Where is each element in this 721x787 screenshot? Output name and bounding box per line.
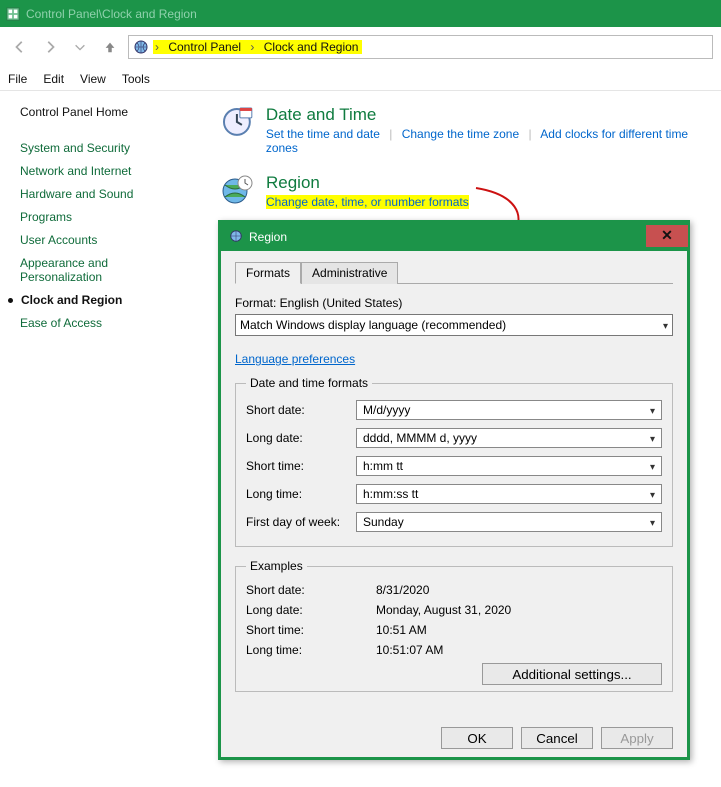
ex-short-date-label: Short date: xyxy=(246,583,376,597)
back-button[interactable] xyxy=(8,35,32,59)
sidebar: Control Panel Home System and Security N… xyxy=(20,105,190,330)
menubar: File Edit View Tools xyxy=(0,67,721,91)
tabstrip: Formats Administrative xyxy=(235,261,673,284)
menu-tools[interactable]: Tools xyxy=(122,72,150,86)
dialog-title: Region xyxy=(249,230,287,244)
short-date-value: M/d/yyyy xyxy=(363,403,410,417)
chevron-right-icon: › xyxy=(153,40,161,54)
short-time-value: h:mm tt xyxy=(363,459,403,473)
section-datetime: Date and Time Set the time and date | Ch… xyxy=(220,105,721,155)
link-change-formats[interactable]: Change date, time, or number formats xyxy=(266,195,469,209)
close-button[interactable]: ✕ xyxy=(646,225,688,247)
chevron-down-icon xyxy=(650,431,655,445)
globe-icon xyxy=(229,229,243,246)
sidebar-item[interactable]: Appearance and Personalization xyxy=(20,256,190,284)
menu-file[interactable]: File xyxy=(8,72,27,86)
breadcrumb-highlight: › Control Panel › Clock and Region xyxy=(153,40,362,54)
recent-dropdown[interactable] xyxy=(68,35,92,59)
group-legend: Date and time formats xyxy=(246,376,372,390)
sidebar-item[interactable]: Network and Internet xyxy=(20,164,190,178)
menu-view[interactable]: View xyxy=(80,72,106,86)
first-day-label: First day of week: xyxy=(246,515,356,529)
ex-long-date-label: Long date: xyxy=(246,603,376,617)
long-time-value: h:mm:ss tt xyxy=(363,487,418,501)
date-time-formats-group: Date and time formats Short date: M/d/yyy… xyxy=(235,376,673,547)
breadcrumb-seg2[interactable]: Clock and Region xyxy=(260,40,363,54)
navbar: › Control Panel › Clock and Region xyxy=(0,27,721,67)
additional-settings-button[interactable]: Additional settings... xyxy=(482,663,662,685)
sidebar-current[interactable]: Clock and Region xyxy=(21,293,122,307)
menu-edit[interactable]: Edit xyxy=(43,72,64,86)
tab-formats[interactable]: Formats xyxy=(235,262,301,284)
tab-administrative[interactable]: Administrative xyxy=(301,262,398,284)
clock-icon xyxy=(220,105,254,139)
long-date-select[interactable]: dddd, MMMM d, yyyy xyxy=(356,428,662,448)
format-select[interactable]: Match Windows display language (recommen… xyxy=(235,314,673,336)
first-day-value: Sunday xyxy=(363,515,404,529)
window-titlebar: Control Panel\Clock and Region xyxy=(0,0,721,27)
chevron-right-icon: › xyxy=(248,40,256,54)
globe-clock-icon xyxy=(220,173,254,207)
up-button[interactable] xyxy=(98,35,122,59)
dialog-titlebar[interactable]: Region ✕ xyxy=(221,223,687,251)
ex-long-time-label: Long time: xyxy=(246,643,376,657)
chevron-down-icon xyxy=(650,459,655,473)
language-preferences-link[interactable]: Language preferences xyxy=(235,352,355,366)
ex-long-date-value: Monday, August 31, 2020 xyxy=(376,603,511,617)
group-legend: Examples xyxy=(246,559,307,573)
section-title[interactable]: Date and Time xyxy=(266,105,721,125)
link-change-zone[interactable]: Change the time zone xyxy=(402,127,519,141)
breadcrumb-seg1[interactable]: Control Panel xyxy=(164,40,245,54)
short-date-label: Short date: xyxy=(246,403,356,417)
chevron-down-icon xyxy=(650,403,655,417)
control-panel-icon xyxy=(6,7,20,21)
ok-button[interactable]: OK xyxy=(441,727,513,749)
region-dialog: Region ✕ Formats Administrative Format: … xyxy=(218,220,690,760)
chevron-down-icon xyxy=(663,318,668,332)
long-date-label: Long date: xyxy=(246,431,356,445)
dialog-footer: OK Cancel Apply xyxy=(441,727,673,749)
long-time-label: Long time: xyxy=(246,487,356,501)
sidebar-item[interactable]: User Accounts xyxy=(20,233,190,247)
sidebar-item[interactable]: Ease of Access xyxy=(20,316,190,330)
address-bar[interactable]: › Control Panel › Clock and Region xyxy=(128,35,713,59)
bullet-icon xyxy=(8,298,13,303)
separator: | xyxy=(522,127,537,141)
separator: | xyxy=(383,127,398,141)
section-title[interactable]: Region xyxy=(266,173,469,193)
section-region: Region Change date, time, or number form… xyxy=(220,173,721,209)
sidebar-current-row: Clock and Region xyxy=(8,293,190,307)
format-select-value: Match Windows display language (recommen… xyxy=(240,318,506,332)
link-set-time[interactable]: Set the time and date xyxy=(266,127,380,141)
sidebar-item[interactable]: Hardware and Sound xyxy=(20,187,190,201)
sidebar-item[interactable]: System and Security xyxy=(20,141,190,155)
cancel-button[interactable]: Cancel xyxy=(521,727,593,749)
short-time-label: Short time: xyxy=(246,459,356,473)
ex-long-time-value: 10:51:07 AM xyxy=(376,643,443,657)
format-label: Format: English (United States) xyxy=(235,296,673,310)
forward-button[interactable] xyxy=(38,35,62,59)
ex-short-time-value: 10:51 AM xyxy=(376,623,427,637)
chevron-down-icon xyxy=(650,515,655,529)
location-icon xyxy=(133,39,149,55)
short-date-select[interactable]: M/d/yyyy xyxy=(356,400,662,420)
short-time-select[interactable]: h:mm tt xyxy=(356,456,662,476)
long-time-select[interactable]: h:mm:ss tt xyxy=(356,484,662,504)
apply-button[interactable]: Apply xyxy=(601,727,673,749)
sidebar-item[interactable]: Programs xyxy=(20,210,190,224)
window-title: Control Panel\Clock and Region xyxy=(26,7,197,21)
ex-short-time-label: Short time: xyxy=(246,623,376,637)
sidebar-home[interactable]: Control Panel Home xyxy=(20,105,190,119)
examples-group: Examples Short date:8/31/2020 Long date:… xyxy=(235,559,673,692)
ex-short-date-value: 8/31/2020 xyxy=(376,583,429,597)
chevron-down-icon xyxy=(650,487,655,501)
long-date-value: dddd, MMMM d, yyyy xyxy=(363,431,477,445)
first-day-select[interactable]: Sunday xyxy=(356,512,662,532)
